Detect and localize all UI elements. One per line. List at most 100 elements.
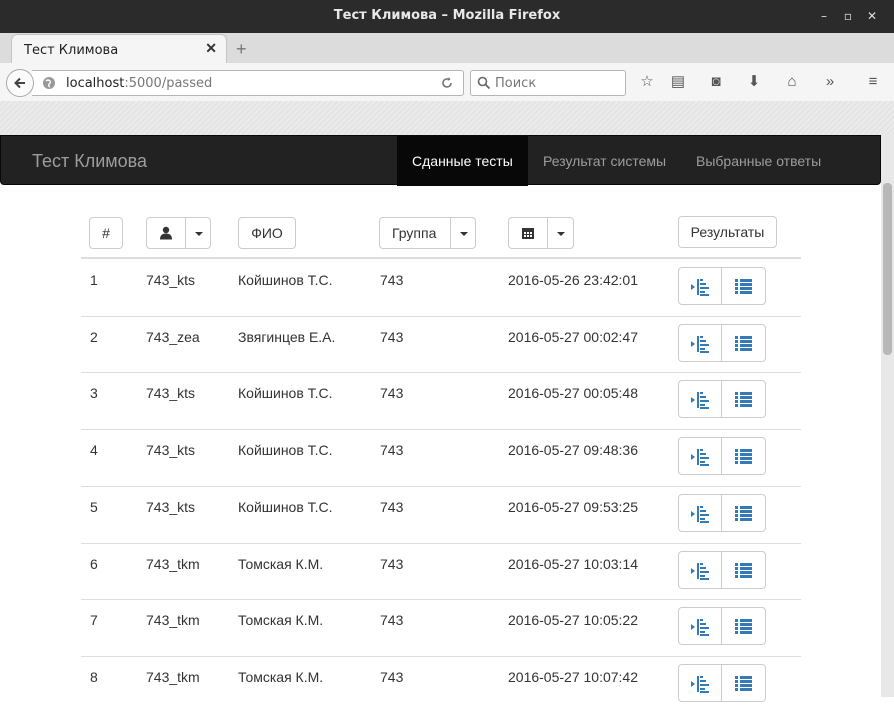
row-fio: Звягинцев Е.А.	[238, 329, 336, 345]
row-number: 4	[90, 442, 98, 458]
user-filter-button[interactable]	[146, 217, 211, 249]
view-answers-button[interactable]	[722, 437, 766, 475]
sort-fio-button[interactable]: ФИО	[238, 217, 296, 249]
row-fio: Койшинов Т.С.	[238, 385, 333, 401]
maximize-icon[interactable]: ▫	[838, 6, 858, 26]
reading-list-icon[interactable]: ▤	[667, 72, 689, 92]
group-filter-button[interactable]: Группа	[379, 217, 476, 249]
view-system-result-button[interactable]	[678, 437, 722, 475]
browser-tab[interactable]: Тест Климова ✕	[11, 34, 227, 64]
group-filter-label: Группа	[392, 225, 437, 241]
list-icon	[735, 676, 752, 691]
row-fio: Койшинов Т.С.	[238, 272, 333, 288]
browser-toolbar: localhost:5000/passed Поиск ☆ ▤ ◙ ⬇ ⌂ » …	[0, 63, 894, 102]
close-window-icon[interactable]: ✕	[862, 6, 882, 26]
row-number: 8	[90, 669, 98, 685]
url-bar[interactable]: localhost:5000/passed	[32, 70, 464, 96]
nav-selected-answers[interactable]: Выбранные ответы	[681, 136, 836, 186]
pocket-icon[interactable]: ◙	[705, 72, 727, 92]
row-group: 743	[380, 556, 404, 572]
view-system-result-button[interactable]	[678, 551, 722, 589]
indent-list-icon	[691, 336, 709, 353]
caret-down-icon	[557, 232, 565, 236]
view-answers-button[interactable]	[722, 664, 766, 702]
row-divider	[81, 599, 801, 600]
table-row: 3 743_kts Койшинов Т.С. 743 2016-05-27 00:05…	[0, 372, 881, 429]
table-row: 4 743_kts Койшинов Т.С. 743 2016-05-27 09:48…	[0, 429, 881, 486]
app-brand[interactable]: Тест Климова	[32, 151, 147, 172]
download-icon[interactable]: ⬇	[743, 72, 765, 92]
row-number: 6	[90, 556, 98, 572]
list-icon	[735, 563, 752, 578]
row-date: 2016-05-27 00:05:48	[508, 385, 638, 401]
row-fio: Томская К.М.	[238, 669, 324, 685]
row-date: 2016-05-27 00:02:47	[508, 329, 638, 345]
row-number: 1	[90, 272, 98, 288]
new-tab-icon[interactable]: +	[236, 39, 247, 60]
user-icon	[160, 226, 172, 240]
minimize-icon[interactable]: –	[814, 6, 834, 26]
row-divider	[81, 316, 801, 317]
view-system-result-button[interactable]	[678, 380, 722, 418]
calendar-icon	[522, 228, 534, 239]
results-header-button[interactable]: Результаты	[678, 216, 777, 248]
row-group: 743	[380, 669, 404, 685]
search-bar[interactable]: Поиск	[470, 70, 626, 96]
caret-down-icon	[460, 232, 468, 236]
row-divider	[81, 486, 801, 487]
table-row: 5 743_kts Койшинов Т.С. 743 2016-05-27 09:53…	[0, 486, 881, 543]
view-answers-button[interactable]	[722, 380, 766, 418]
row-date: 2016-05-27 09:53:25	[508, 499, 638, 515]
row-group: 743	[380, 612, 404, 628]
row-group: 743	[380, 385, 404, 401]
bookmark-star-icon[interactable]: ☆	[636, 72, 658, 92]
content-top-area	[0, 101, 894, 135]
row-date: 2016-05-27 09:48:36	[508, 442, 638, 458]
view-answers-button[interactable]	[722, 551, 766, 589]
row-date: 2016-05-26 23:42:01	[508, 272, 638, 288]
hamburger-menu-icon[interactable]: ≡	[862, 72, 884, 92]
view-answers-button[interactable]	[722, 607, 766, 645]
nav-passed-tests[interactable]: Сданные тесты	[397, 136, 528, 186]
view-system-result-button[interactable]	[678, 494, 722, 532]
overflow-chevron-icon[interactable]: »	[819, 72, 841, 92]
page-scrollbar-thumb[interactable]	[883, 183, 892, 355]
view-system-result-button[interactable]	[678, 664, 722, 702]
view-answers-button[interactable]	[722, 267, 766, 305]
reload-icon[interactable]	[440, 76, 454, 90]
indent-list-icon	[691, 279, 709, 296]
view-system-result-button[interactable]	[678, 607, 722, 645]
view-answers-button[interactable]	[722, 324, 766, 362]
list-icon	[735, 449, 752, 464]
home-icon[interactable]: ⌂	[781, 72, 803, 92]
row-divider	[81, 429, 801, 430]
indent-list-icon	[691, 449, 709, 466]
view-system-result-button[interactable]	[678, 267, 722, 305]
back-arrow-icon	[14, 77, 25, 89]
sort-number-button[interactable]: #	[89, 217, 123, 249]
browser-tab-title: Тест Климова	[24, 43, 119, 58]
url-text: localhost:5000/passed	[66, 76, 212, 91]
globe-icon	[43, 77, 55, 89]
row-number: 3	[90, 385, 98, 401]
row-fio: Койшинов Т.С.	[238, 442, 333, 458]
back-button[interactable]	[6, 69, 34, 97]
close-tab-icon[interactable]: ✕	[205, 40, 217, 57]
list-icon	[735, 506, 752, 521]
row-date: 2016-05-27 10:05:22	[508, 612, 638, 628]
date-filter-button[interactable]	[508, 217, 574, 249]
view-system-result-button[interactable]	[678, 324, 722, 362]
row-group: 743	[380, 499, 404, 515]
list-icon	[735, 392, 752, 407]
row-login: 743_zea	[146, 329, 200, 345]
row-fio: Томская К.М.	[238, 556, 324, 572]
row-login: 743_kts	[146, 272, 196, 288]
indent-list-icon	[691, 676, 709, 693]
app-navbar: Тест Климова Сданные тесты Результат сис…	[0, 135, 881, 186]
view-answers-button[interactable]	[722, 494, 766, 532]
nav-system-result[interactable]: Результат системы	[528, 136, 681, 186]
indent-list-icon	[691, 619, 709, 636]
search-placeholder: Поиск	[495, 76, 537, 91]
list-icon	[735, 336, 752, 351]
table-row: 6 743_tkm Томская К.М. 743 2016-05-27 10:03:…	[0, 543, 881, 600]
